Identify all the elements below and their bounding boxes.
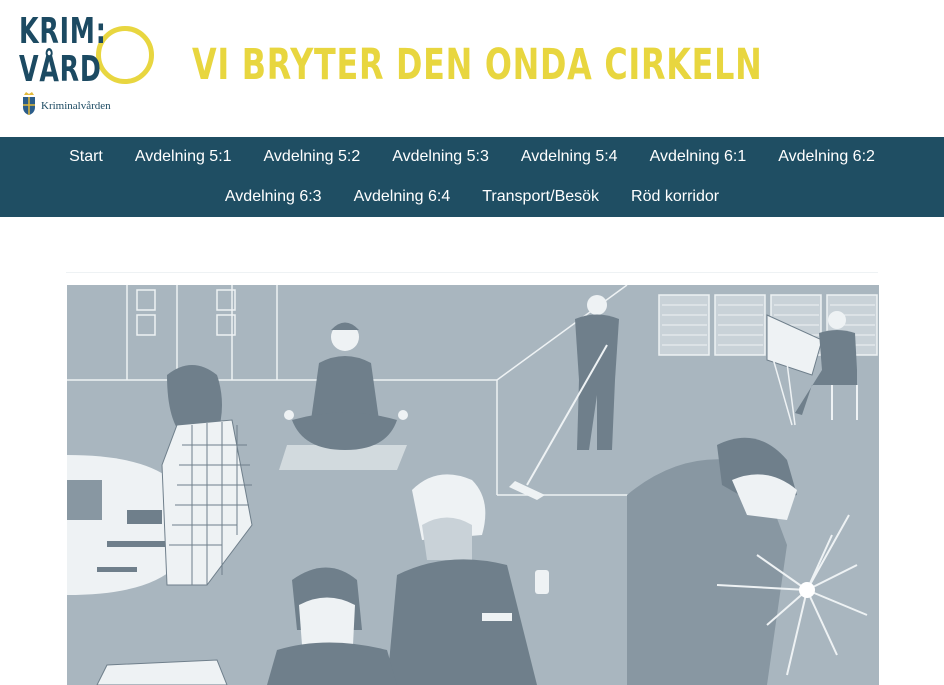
site-header: KRIM: VÅRD Kriminalvården VI BRYTER DEN … (0, 0, 944, 137)
logo-text-line1: KRIM: (19, 11, 107, 52)
prison-activities-illustration (67, 285, 878, 685)
site-tagline: VI BRYTER DEN ONDA CIRKELN (192, 40, 763, 90)
nav-item-avdelning-5-1[interactable]: Avdelning 5:1 (119, 137, 248, 177)
org-name: Kriminalvården (41, 100, 111, 112)
content-divider (66, 272, 878, 273)
nav-item-avdelning-5-3[interactable]: Avdelning 5:3 (376, 137, 505, 177)
nav-item-avdelning-5-2[interactable]: Avdelning 5:2 (248, 137, 377, 177)
nav-item-rod-korridor[interactable]: Röd korridor (615, 177, 735, 217)
nav-row-1: Start Avdelning 5:1 Avdelning 5:2 Avdeln… (0, 137, 944, 177)
nav-row-2: Avdelning 6:3 Avdelning 6:4 Transport/Be… (0, 177, 944, 217)
hero-illustration (67, 285, 879, 685)
nav-item-avdelning-6-1[interactable]: Avdelning 6:1 (634, 137, 763, 177)
crown-crest-icon (23, 92, 35, 115)
nav-item-avdelning-6-4[interactable]: Avdelning 6:4 (338, 177, 467, 217)
nav-item-start[interactable]: Start (53, 137, 119, 177)
nav-item-avdelning-6-2[interactable]: Avdelning 6:2 (762, 137, 891, 177)
nav-item-avdelning-6-3[interactable]: Avdelning 6:3 (209, 177, 338, 217)
nav-item-avdelning-5-4[interactable]: Avdelning 5:4 (505, 137, 634, 177)
main-navigation: Start Avdelning 5:1 Avdelning 5:2 Avdeln… (0, 137, 944, 217)
krimvard-logo[interactable]: KRIM: VÅRD Kriminalvården (16, 11, 154, 122)
nav-item-transport-besok[interactable]: Transport/Besök (466, 177, 615, 217)
logo-text-line2: VÅRD (19, 49, 102, 90)
